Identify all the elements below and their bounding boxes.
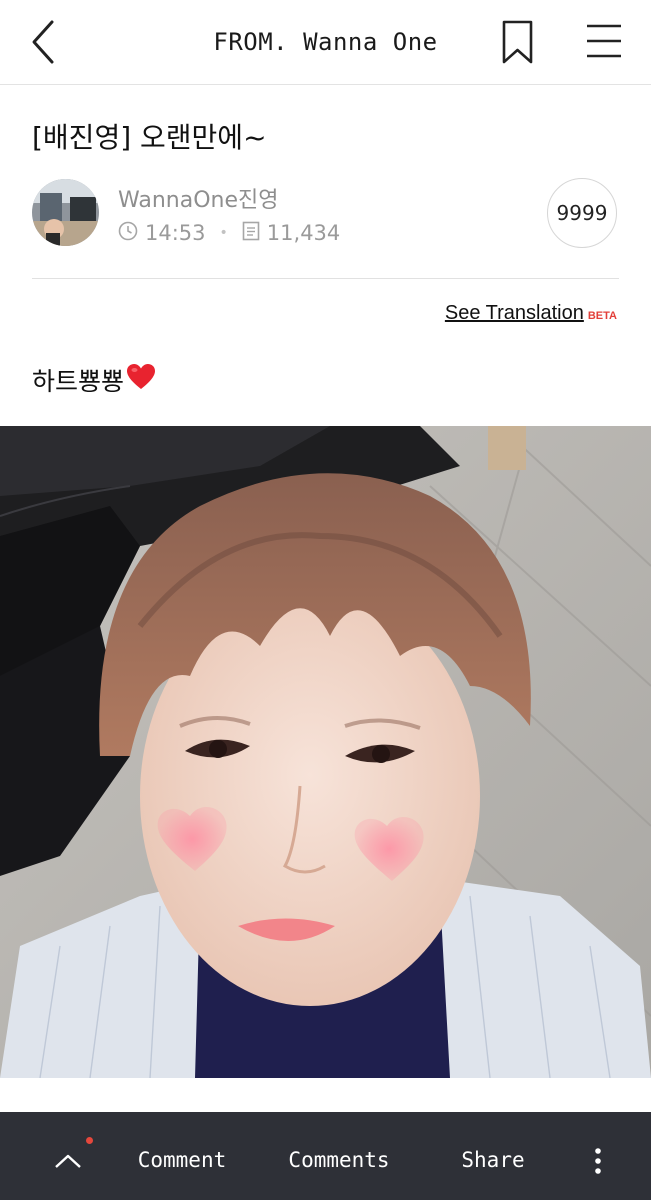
scroll-up-button[interactable] bbox=[40, 1112, 96, 1200]
bookmark-button[interactable] bbox=[498, 18, 538, 66]
divider bbox=[32, 278, 619, 279]
comments-button[interactable]: Comments bbox=[278, 1112, 400, 1200]
beta-badge: BETA bbox=[587, 310, 617, 322]
notification-dot bbox=[86, 1137, 93, 1144]
clock-icon bbox=[118, 221, 138, 246]
translation-row: See Translation BETA bbox=[445, 302, 617, 325]
post-meta: 14:53 • 11,434 bbox=[118, 218, 340, 248]
see-translation-link[interactable]: See Translation bbox=[445, 302, 584, 325]
more-vertical-icon bbox=[595, 1148, 601, 1174]
bookmark-icon bbox=[502, 20, 533, 64]
heart-emoji-icon bbox=[126, 363, 156, 397]
post-photo[interactable] bbox=[0, 426, 651, 1078]
chevron-left-icon bbox=[32, 20, 54, 64]
document-icon bbox=[242, 221, 260, 246]
post-views: 11,434 bbox=[266, 221, 341, 245]
comment-button[interactable]: Comment bbox=[126, 1112, 238, 1200]
author-name[interactable]: WannaOne진영 bbox=[118, 182, 278, 214]
post-title: [배진영] 오랜만에~ bbox=[32, 121, 267, 154]
back-button[interactable] bbox=[22, 16, 66, 68]
post-screen: FROM. Wanna One [배진영] 오랜만에~ WannaOne진영 1… bbox=[0, 0, 651, 1200]
meta-separator: • bbox=[219, 225, 228, 241]
selfie-image bbox=[0, 426, 651, 1078]
avatar[interactable] bbox=[32, 179, 99, 246]
page-title: FROM. Wanna One bbox=[213, 28, 438, 56]
chevron-up-icon bbox=[55, 1154, 81, 1168]
post-body-text: 하트뿅뿅 bbox=[32, 367, 125, 396]
menu-button[interactable] bbox=[582, 20, 626, 64]
top-bar: FROM. Wanna One bbox=[0, 0, 651, 85]
avatar-image bbox=[32, 179, 99, 246]
post-body: 하트뿅뿅 bbox=[32, 362, 156, 398]
share-button[interactable]: Share bbox=[450, 1112, 536, 1200]
like-button[interactable]: 9999 bbox=[547, 178, 617, 248]
post-time: 14:53 bbox=[145, 221, 206, 245]
more-button[interactable] bbox=[578, 1112, 618, 1200]
hamburger-menu-icon bbox=[587, 24, 621, 58]
bottom-bar: Comment Comments Share bbox=[0, 1112, 651, 1200]
